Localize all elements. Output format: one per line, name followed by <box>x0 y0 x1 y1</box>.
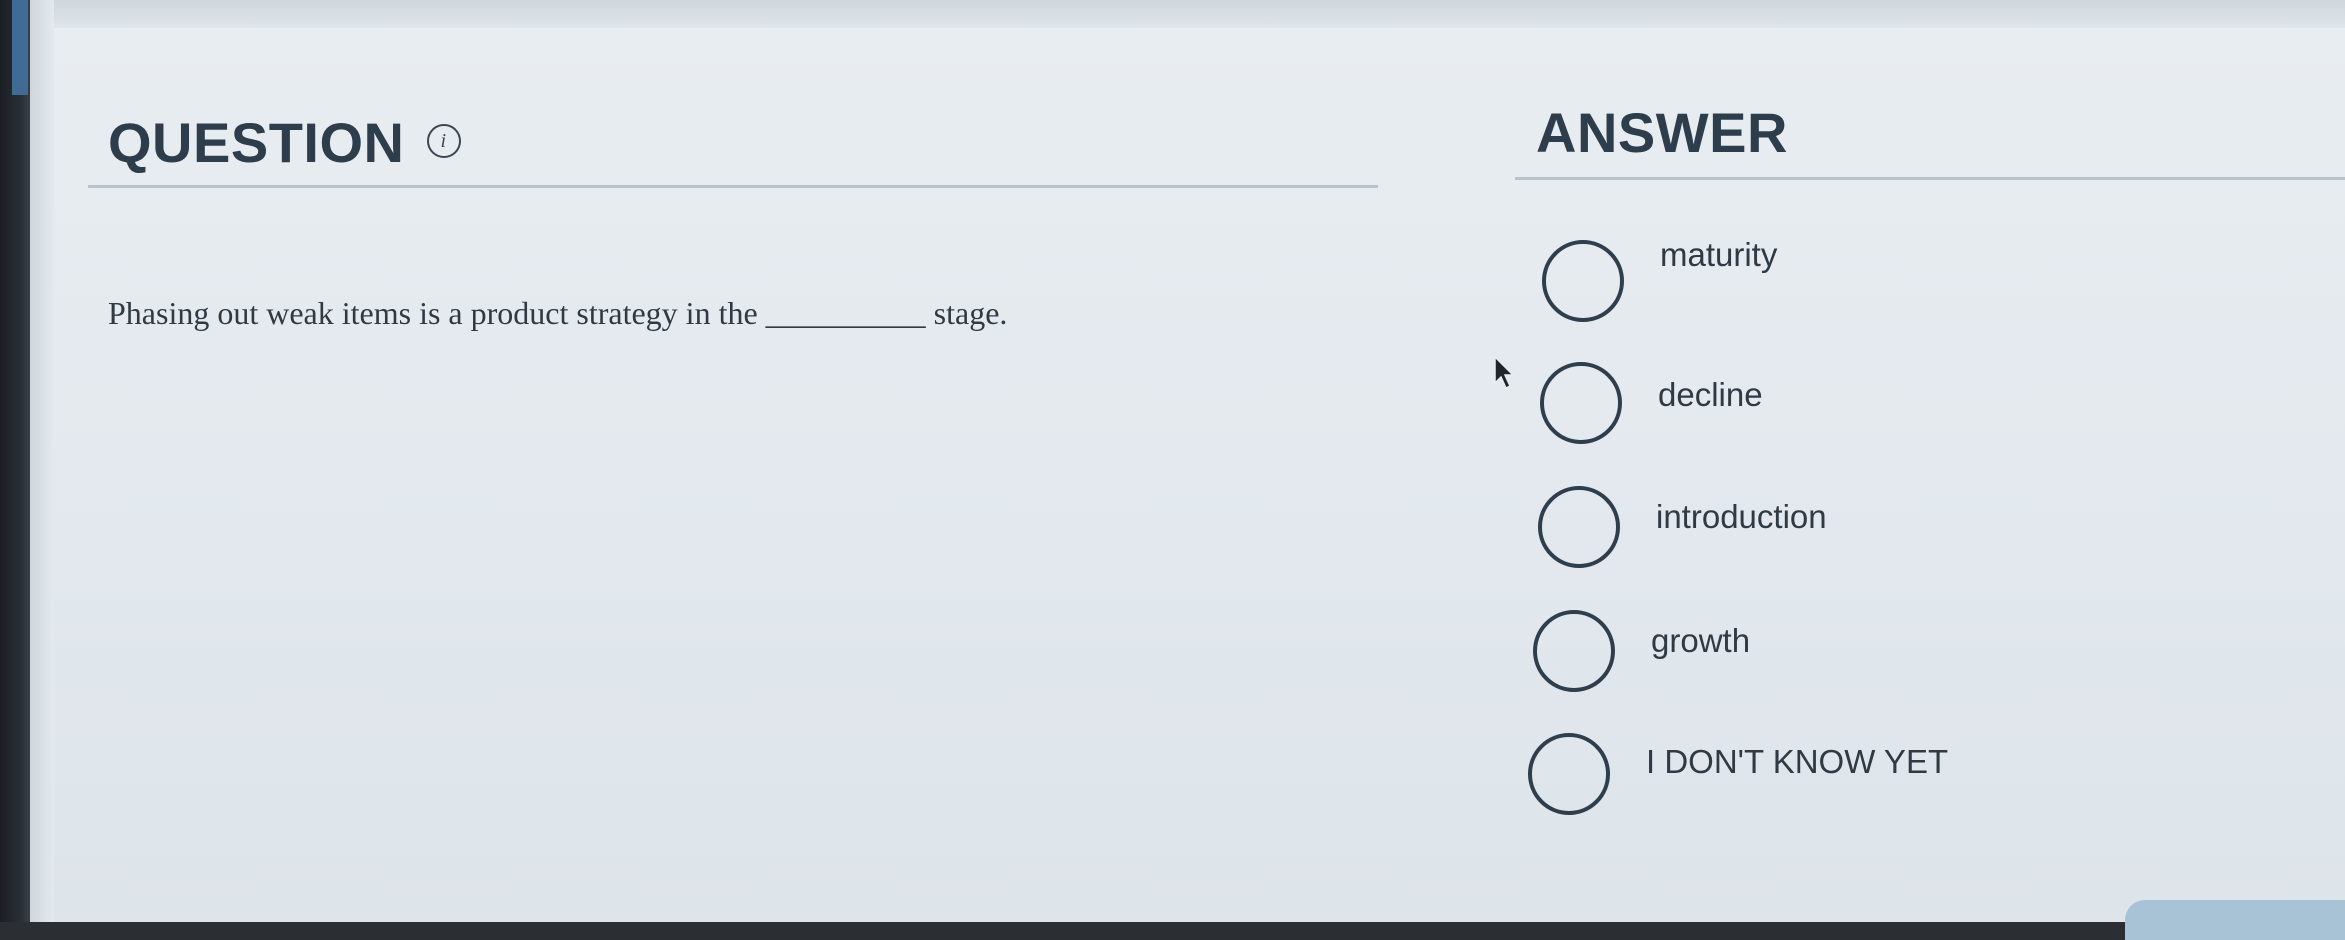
question-heading-text: QUESTION <box>108 111 405 174</box>
top-strip <box>30 0 2345 28</box>
answer-divider <box>1515 177 2345 180</box>
info-icon[interactable]: i <box>426 124 461 159</box>
next-button-edge[interactable] <box>2125 900 2345 940</box>
answer-option-maturity[interactable]: maturity <box>1542 236 1777 322</box>
question-blank: __________ <box>765 295 926 331</box>
question-text-after: stage. <box>933 295 1008 331</box>
question-divider <box>88 185 1378 188</box>
radio-button[interactable] <box>1540 362 1622 444</box>
question-text-before: Phasing out weak items is a product stra… <box>108 295 766 331</box>
radio-button[interactable] <box>1533 610 1615 692</box>
panel-edge <box>30 0 54 922</box>
radio-button[interactable] <box>1542 240 1624 322</box>
answer-option-label: decline <box>1658 376 1763 413</box>
screen: QUESTION i Phasing out weak items is a p… <box>0 0 2345 940</box>
question-heading: QUESTION i <box>108 110 461 175</box>
answer-option-label: maturity <box>1660 236 1778 273</box>
mouse-cursor-icon <box>1494 355 1515 390</box>
answer-option-decline[interactable]: decline <box>1540 362 1763 444</box>
radio-button[interactable] <box>1528 733 1610 815</box>
answer-option-label: I DON'T KNOW YET <box>1646 743 1949 780</box>
rail-accent <box>12 0 28 95</box>
answer-option-growth[interactable]: growth <box>1533 610 1750 692</box>
answer-heading: ANSWER <box>1536 101 1788 164</box>
answer-option-introduction[interactable]: introduction <box>1538 486 1827 568</box>
radio-button[interactable] <box>1538 486 1620 568</box>
left-rail <box>0 0 30 922</box>
question-text: Phasing out weak items is a product stra… <box>108 295 1308 332</box>
answer-option-dont-know[interactable]: I DON'T KNOW YET <box>1528 733 1948 815</box>
answer-option-label: growth <box>1651 622 1751 659</box>
answer-option-label: introduction <box>1656 498 1827 535</box>
